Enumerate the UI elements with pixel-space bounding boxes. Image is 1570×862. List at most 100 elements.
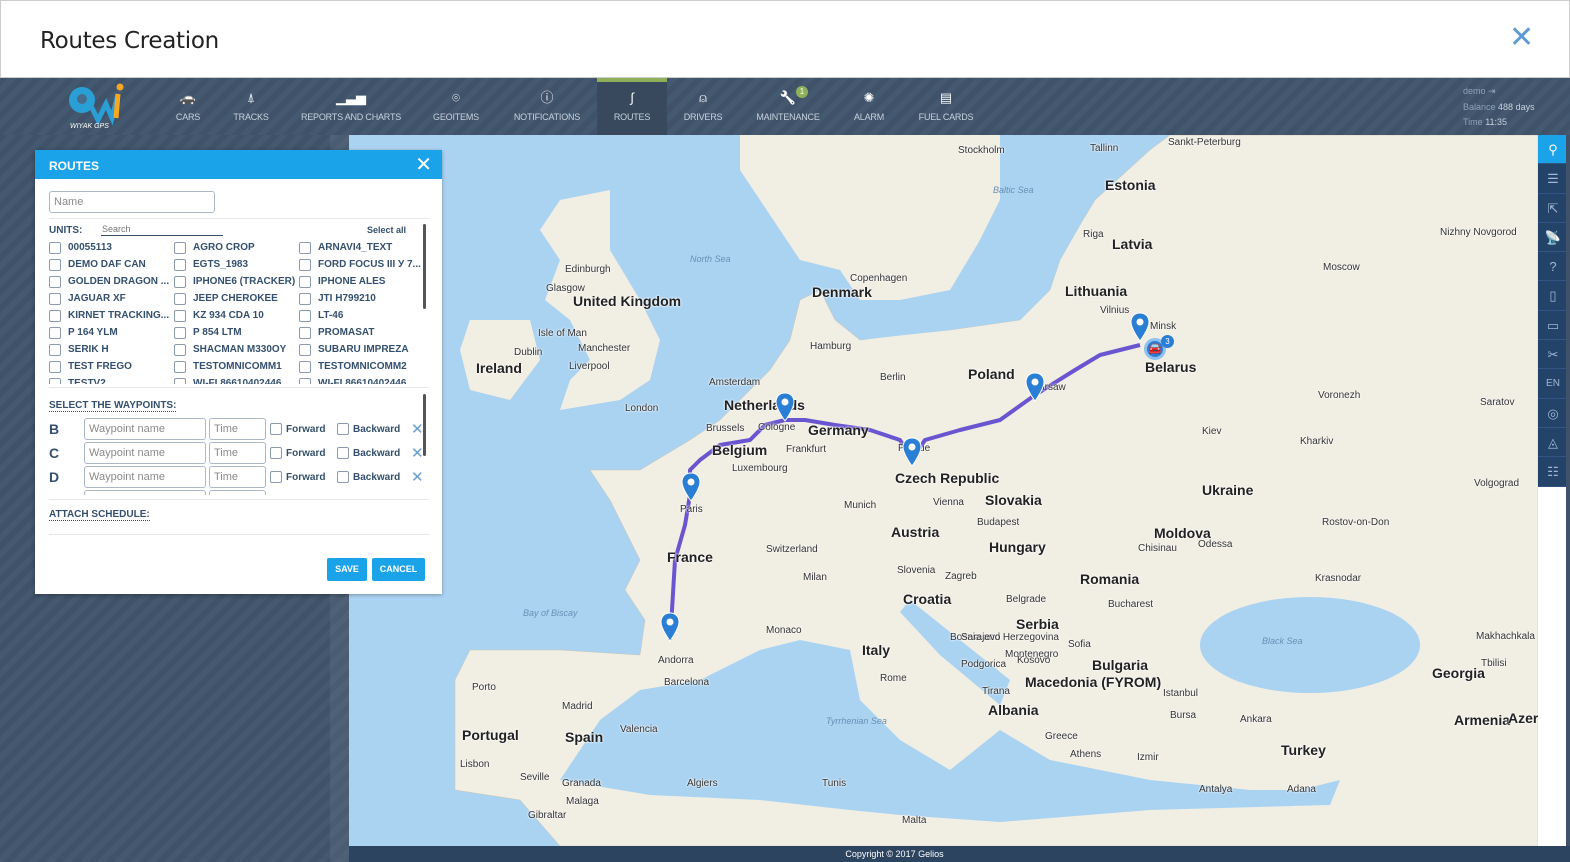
waypoint-marker-icon[interactable] <box>1025 372 1045 402</box>
unit-checkbox[interactable] <box>49 242 61 254</box>
waypoint-marker-icon[interactable] <box>681 472 701 502</box>
waypoint-name-input[interactable] <box>84 442 206 464</box>
remove-waypoint-icon[interactable]: ✕ <box>411 444 424 462</box>
unit-label: WI-FI 86610402446 <box>193 378 282 384</box>
waypoint-name-input[interactable] <box>84 418 206 440</box>
unit-checkbox[interactable] <box>174 259 186 271</box>
unit-checkbox[interactable] <box>174 310 186 322</box>
unit-checkbox[interactable] <box>299 361 311 373</box>
remove-waypoint-icon[interactable]: ✕ <box>411 420 424 438</box>
unit-checkbox[interactable] <box>299 310 311 322</box>
tools-icon[interactable]: ✂ <box>1538 340 1568 370</box>
search-icon[interactable]: ⚲ <box>1538 135 1568 165</box>
unit-checkbox[interactable] <box>299 276 311 288</box>
units-search-input[interactable] <box>101 223 223 236</box>
map-label: Turkey <box>1281 742 1326 758</box>
unit-checkbox[interactable] <box>49 259 61 271</box>
drop-icon[interactable]: ◬ <box>1538 428 1568 458</box>
waypoint-marker-icon[interactable] <box>660 612 680 642</box>
backward-checkbox[interactable] <box>337 447 349 459</box>
nav-routes[interactable]: ∫ ROUTES <box>597 78 667 135</box>
waypoint-time-input-partial[interactable] <box>209 490 266 495</box>
waypoint-marker-icon[interactable] <box>775 392 795 422</box>
unit-checkbox[interactable] <box>174 361 186 373</box>
select-all-link[interactable]: Select all <box>367 225 406 235</box>
forward-checkbox[interactable] <box>270 471 282 483</box>
unit-checkbox[interactable] <box>49 293 61 305</box>
window-header: Routes Creation ✕ <box>0 0 1570 78</box>
map-label: Germany <box>808 422 869 438</box>
globe-icon[interactable]: ◎ <box>1538 399 1568 428</box>
close-icon[interactable]: ✕ <box>415 155 432 175</box>
waypoint-time-input[interactable] <box>209 418 266 440</box>
nav-alarm[interactable]: ✺ ALARM <box>845 78 893 135</box>
help-icon[interactable]: ? <box>1538 252 1568 282</box>
waypoint-name-input[interactable] <box>84 466 206 488</box>
close-icon[interactable]: ✕ <box>1509 23 1534 53</box>
unit-checkbox[interactable] <box>49 310 61 322</box>
remove-waypoint-icon[interactable]: ✕ <box>411 468 424 486</box>
waypoint-marker-icon[interactable] <box>1130 312 1150 342</box>
unit-checkbox[interactable] <box>49 378 61 384</box>
menu-icon[interactable]: ☰ <box>1538 164 1568 194</box>
map-label: Adana <box>1287 784 1316 795</box>
forward-checkbox[interactable] <box>270 423 282 435</box>
unit-checkbox[interactable] <box>299 242 311 254</box>
map-label: Luxembourg <box>732 463 788 474</box>
unit-checkbox[interactable] <box>174 242 186 254</box>
unit-checkbox[interactable] <box>174 293 186 305</box>
backward-checkbox[interactable] <box>337 423 349 435</box>
user-info: demo ⇥ Balance 488 days Time 11:35 <box>1463 84 1535 131</box>
waypoint-marker-icon[interactable] <box>902 437 922 467</box>
unit-checkbox[interactable] <box>299 344 311 356</box>
unit-checkbox[interactable] <box>174 378 186 384</box>
backward-checkbox[interactable] <box>337 471 349 483</box>
language-button[interactable]: EN <box>1538 369 1568 399</box>
unit-checkbox[interactable] <box>299 327 311 339</box>
unit-checkbox[interactable] <box>49 344 61 356</box>
map-label: Rome <box>880 673 907 684</box>
unit-checkbox[interactable] <box>174 276 186 288</box>
nav-drivers[interactable]: ⍝ DRIVERS <box>677 78 729 135</box>
attach-schedule-label[interactable]: ATTACH SCHEDULE: <box>49 509 150 521</box>
chat-icon[interactable]: ▭ <box>1538 311 1568 341</box>
unit-label: SHACMAN M330OY <box>193 344 287 355</box>
units-scrollbar[interactable] <box>423 224 426 309</box>
satellite-icon[interactable]: 📡 <box>1538 223 1568 253</box>
waypoint-time-input[interactable] <box>209 442 266 464</box>
nav-tracks[interactable]: ⍋ TRACKS <box>228 78 274 135</box>
map-label: Manchester <box>578 343 631 354</box>
nav-notifications[interactable]: ⓘ NOTIFICATIONS <box>508 78 586 135</box>
unit-checkbox[interactable] <box>174 327 186 339</box>
nav-fuel-cards[interactable]: ▤ FUEL CARDS <box>910 78 982 135</box>
document-icon[interactable]: ▯ <box>1538 281 1568 311</box>
route-icon: ∫ <box>630 90 634 105</box>
unit-checkbox[interactable] <box>49 276 61 288</box>
unit-checkbox[interactable] <box>49 327 61 339</box>
unit-label: PROMASAT <box>318 327 375 338</box>
waypoints-scrollbar[interactable] <box>423 394 426 456</box>
list-icon[interactable]: ☷ <box>1538 457 1568 487</box>
forward-checkbox[interactable] <box>270 447 282 459</box>
export-icon[interactable]: ⇱ <box>1538 194 1568 223</box>
unit-checkbox[interactable] <box>299 378 311 384</box>
nav-cars[interactable]: 🚗 CARS <box>170 78 206 135</box>
username[interactable]: demo <box>1463 86 1486 96</box>
logout-icon[interactable]: ⇥ <box>1488 86 1496 96</box>
unit-checkbox[interactable] <box>49 361 61 373</box>
route-name-input[interactable] <box>49 191 215 213</box>
unit-checkbox[interactable] <box>299 293 311 305</box>
nav-reports-and-charts[interactable]: ▁▃▅ REPORTS AND CHARTS <box>296 78 406 135</box>
waypoint-time-input[interactable] <box>209 466 266 488</box>
unit-checkbox[interactable] <box>174 344 186 356</box>
cancel-button[interactable]: CANCEL <box>372 558 425 581</box>
map-label: Macedonia (FYROM) <box>1025 674 1162 690</box>
save-button[interactable]: SAVE <box>327 558 367 581</box>
car-cluster[interactable]: 🚘 3 <box>1144 335 1174 360</box>
nav-maintenance[interactable]: 🔧 MAINTENANCE 1 <box>752 78 824 135</box>
nav-label: DRIVERS <box>683 112 723 122</box>
unit-checkbox[interactable] <box>299 259 311 271</box>
waypoint-name-input-partial[interactable] <box>84 490 206 495</box>
nav-geoitems[interactable]: ⌾ GEOITEMS <box>426 78 486 135</box>
map[interactable]: Stockholm Tallinn Estonia Riga Latvia Lithuan… <box>349 135 1538 846</box>
